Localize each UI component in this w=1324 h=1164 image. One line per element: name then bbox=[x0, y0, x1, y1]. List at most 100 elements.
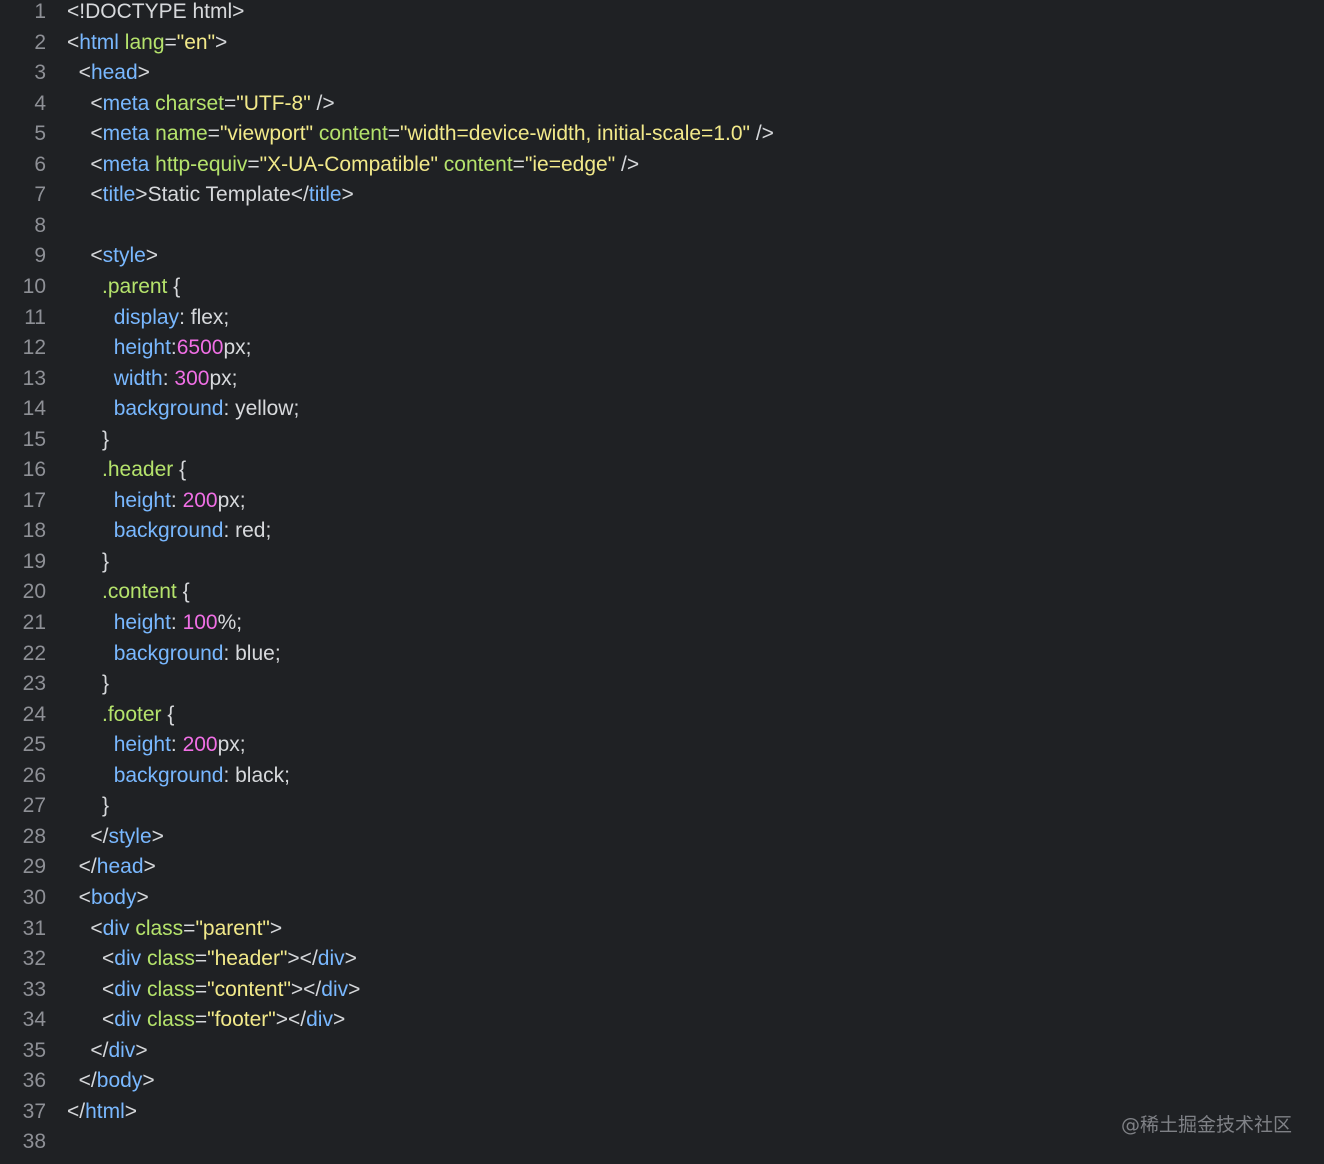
token-tag: div bbox=[114, 1008, 142, 1032]
token-tag: head bbox=[96, 855, 144, 879]
code-line[interactable]: 11 display: flex; bbox=[0, 303, 1324, 334]
token-punc: < bbox=[102, 1008, 115, 1032]
token-punc: = bbox=[512, 152, 525, 176]
code-line[interactable]: 4 <meta charset="UTF-8" /> bbox=[0, 89, 1324, 120]
token-num: 200 bbox=[182, 733, 218, 757]
code-line[interactable]: 25 height: 200px; bbox=[0, 730, 1324, 761]
code-line[interactable]: 31 <div class="parent"> bbox=[0, 914, 1324, 945]
code-line[interactable]: 22 background: blue; bbox=[0, 639, 1324, 670]
code-text: height: 100%; bbox=[67, 608, 242, 639]
code-text: <div class="parent"> bbox=[67, 914, 282, 945]
code-text: <style> bbox=[67, 241, 158, 272]
line-number: 32 bbox=[22, 947, 46, 971]
code-line[interactable]: 13 width: 300px; bbox=[0, 364, 1324, 395]
code-line[interactable]: 32 <div class="header"></div> bbox=[0, 944, 1324, 975]
token-prop: background bbox=[113, 519, 224, 543]
code-line[interactable]: 7 <title>Static Template</title> bbox=[0, 180, 1324, 211]
token-attr: class bbox=[135, 916, 184, 940]
code-line[interactable]: 38 bbox=[0, 1127, 1324, 1158]
code-text: <meta charset="UTF-8" /> bbox=[67, 89, 335, 120]
token-punc: : bbox=[223, 397, 236, 421]
token-punc: = bbox=[194, 977, 208, 1001]
code-line[interactable]: 17 height: 200px; bbox=[0, 486, 1324, 517]
token-punc: } bbox=[102, 427, 110, 451]
token-val: px; bbox=[217, 733, 246, 757]
line-number: 38 bbox=[22, 1130, 46, 1154]
code-line[interactable]: 24 .footer { bbox=[0, 700, 1324, 731]
code-line[interactable]: 35 </div> bbox=[0, 1036, 1324, 1067]
token-tag: div bbox=[306, 1008, 333, 1032]
token-punc: > bbox=[332, 1008, 346, 1032]
code-editor[interactable]: @稀土掘金技术社区 1 <!DOCTYPE html> 2 <html lang="e… bbox=[0, 0, 1324, 1164]
code-line[interactable]: 6 <meta http-equiv="X-UA-Compatible" con… bbox=[0, 150, 1324, 181]
token-str: "content" bbox=[207, 977, 291, 1001]
line-number: 20 bbox=[22, 580, 46, 604]
code-line[interactable]: 33 <div class="content"></div> bbox=[0, 975, 1324, 1006]
line-number: 19 bbox=[22, 549, 46, 573]
code-line[interactable]: 2 <html lang="en"> bbox=[0, 28, 1324, 59]
code-line[interactable]: 8 bbox=[0, 211, 1324, 242]
token-punc: </ bbox=[78, 1069, 97, 1093]
code-text: } bbox=[67, 791, 109, 822]
token-val: black; bbox=[235, 763, 290, 787]
code-line[interactable]: 34 <div class="footer"></div> bbox=[0, 1005, 1324, 1036]
code-line[interactable]: 23 } bbox=[0, 669, 1324, 700]
line-number: 8 bbox=[34, 213, 46, 237]
token-attr: http-equiv bbox=[155, 152, 248, 176]
code-line[interactable]: 30 <body> bbox=[0, 883, 1324, 914]
code-line[interactable]: 9 <style> bbox=[0, 241, 1324, 272]
token-val: px; bbox=[223, 336, 252, 360]
code-line[interactable]: 20 .content { bbox=[0, 577, 1324, 608]
token-punc: = bbox=[387, 122, 401, 146]
line-number: 30 bbox=[22, 885, 46, 909]
code-line[interactable]: 26 background: black; bbox=[0, 761, 1324, 792]
code-line[interactable]: 21 height: 100%; bbox=[0, 608, 1324, 639]
code-text: <!DOCTYPE html> bbox=[67, 0, 244, 28]
code-line[interactable]: 28 </style> bbox=[0, 822, 1324, 853]
token-prop: height bbox=[113, 488, 171, 512]
code-line[interactable]: 18 background: red; bbox=[0, 516, 1324, 547]
code-line[interactable]: 27 } bbox=[0, 791, 1324, 822]
token-punc: < bbox=[102, 947, 115, 971]
code-line[interactable]: 5 <meta name="viewport" content="width=d… bbox=[0, 119, 1324, 150]
token-punc: > bbox=[215, 30, 228, 54]
token-tag: html bbox=[85, 1099, 125, 1123]
token-punc: > bbox=[348, 977, 361, 1001]
token-punc: /> bbox=[755, 122, 774, 146]
code-line[interactable]: 14 background: yellow; bbox=[0, 394, 1324, 425]
code-text: </body> bbox=[67, 1066, 155, 1097]
token-punc: } bbox=[102, 794, 110, 818]
code-line[interactable]: 3 <head> bbox=[0, 58, 1324, 89]
token-str: "ie=edge" bbox=[524, 152, 616, 176]
code-line[interactable]: 19 } bbox=[0, 547, 1324, 578]
token-tag: title bbox=[308, 183, 342, 207]
code-line[interactable]: 15 } bbox=[0, 425, 1324, 456]
code-line[interactable]: 16 .header { bbox=[0, 455, 1324, 486]
code-line[interactable]: 12 height:6500px; bbox=[0, 333, 1324, 364]
token-attr: charset bbox=[155, 91, 225, 115]
line-number: 1 bbox=[34, 0, 46, 23]
line-number: 31 bbox=[22, 916, 46, 940]
code-line[interactable]: 29 </head> bbox=[0, 852, 1324, 883]
code-line[interactable]: 10 .parent { bbox=[0, 272, 1324, 303]
token-punc: : bbox=[170, 733, 183, 757]
token-str: "X-UA-Compatible" bbox=[259, 152, 438, 176]
code-line[interactable]: 1 <!DOCTYPE html> bbox=[0, 0, 1324, 28]
code-line[interactable]: 36 </body> bbox=[0, 1066, 1324, 1097]
token-str: "footer" bbox=[207, 1008, 276, 1032]
code-text: width: 300px; bbox=[67, 364, 238, 395]
token-val: %; bbox=[217, 611, 243, 634]
token-punc: < bbox=[102, 977, 115, 1001]
token-punc: < bbox=[90, 183, 103, 207]
token-punc: /> bbox=[316, 91, 335, 115]
token-num: 300 bbox=[174, 366, 210, 390]
code-line[interactable]: 37 </html> bbox=[0, 1097, 1324, 1128]
token-tag: meta bbox=[102, 91, 150, 115]
